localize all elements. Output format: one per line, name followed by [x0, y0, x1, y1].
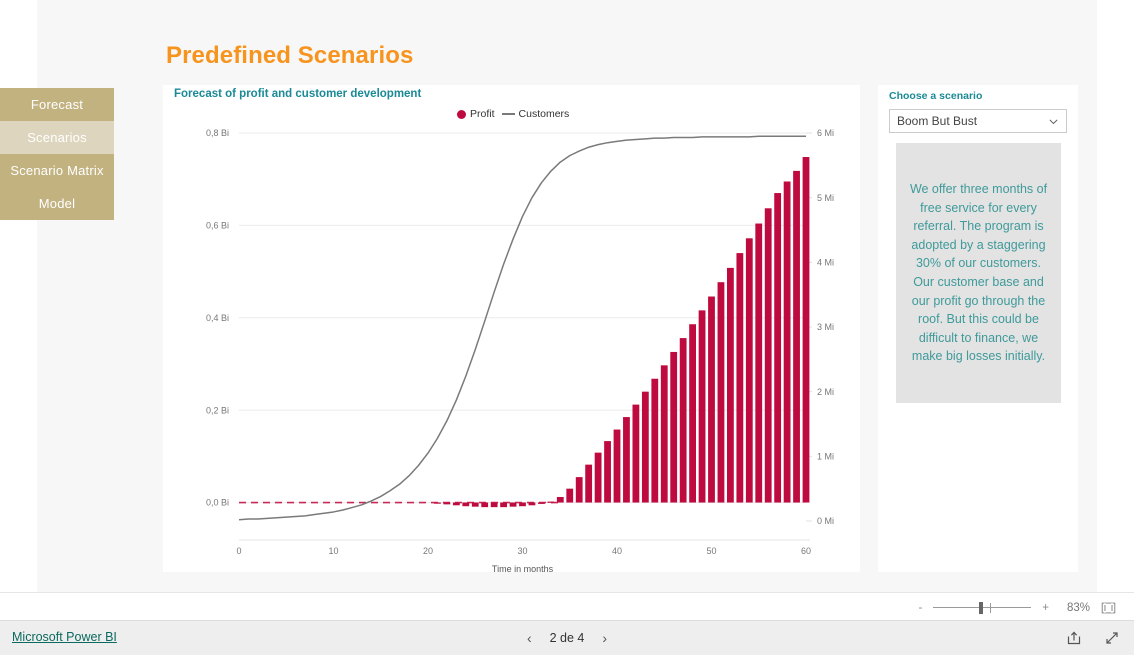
zoom-in-button[interactable]: +: [1042, 602, 1049, 614]
svg-text:10: 10: [328, 546, 338, 556]
svg-text:50: 50: [706, 546, 716, 556]
sidebar-item-label: Model: [38, 196, 76, 211]
svg-text:40: 40: [612, 546, 622, 556]
svg-text:60: 60: [801, 546, 811, 556]
svg-text:4 Mi: 4 Mi: [817, 258, 834, 268]
legend-label-customers: Customers: [518, 108, 570, 120]
legend-item-customers[interactable]: Customers: [501, 108, 570, 120]
svg-text:0 Mi: 0 Mi: [817, 516, 834, 526]
svg-text:0,2 Bi: 0,2 Bi: [206, 405, 229, 415]
chevron-down-icon: [1049, 118, 1058, 124]
forecast-chart-card: Forecast of profit and customer developm…: [163, 85, 860, 572]
zoom-out-button[interactable]: -: [918, 602, 922, 614]
zoom-slider[interactable]: [933, 601, 1032, 614]
sidebar-item-scenario-matrix[interactable]: Scenario Matrix: [0, 154, 114, 187]
scenario-select-label: Choose a scenario: [889, 90, 983, 102]
next-page-button[interactable]: ›: [602, 630, 607, 646]
customers-marker-icon: [501, 113, 515, 115]
sidebar-item-model[interactable]: Model: [0, 187, 114, 220]
sidebar-item-scenarios[interactable]: Scenarios: [0, 121, 114, 154]
page-navigator: ‹ 2 de 4 ›: [0, 621, 1134, 655]
sidebar-item-label: Scenario Matrix: [10, 163, 104, 178]
share-icon[interactable]: [1066, 630, 1082, 646]
legend-label-profit: Profit: [470, 108, 495, 120]
zoom-slider-thumb[interactable]: [979, 601, 984, 614]
combo-chart-svg: 0,0 Bi 0,2 Bi 0,4 Bi 0,6 Bi 0,8 Bi 0 Mi 1 Mi 2 …: [206, 128, 834, 572]
footer-actions: [1066, 621, 1120, 655]
report-canvas: Predefined Scenarios Forecast of profit …: [37, 0, 1097, 592]
scenario-select-value: Boom But Bust: [897, 114, 978, 128]
svg-text:5 Mi: 5 Mi: [817, 193, 834, 203]
scenario-description-text: We offer three months of free service fo…: [909, 182, 1048, 364]
svg-text:20: 20: [423, 546, 433, 556]
zoom-percentage: 83%: [1066, 601, 1090, 614]
chart-plot-area[interactable]: 0,0 Bi 0,2 Bi 0,4 Bi 0,6 Bi 0,8 Bi 0 Mi 1 Mi 2 …: [163, 121, 860, 572]
svg-text:3 Mi: 3 Mi: [817, 322, 834, 332]
svg-text:30: 30: [517, 546, 527, 556]
sidebar-item-label: Forecast: [30, 97, 84, 112]
page-indicator: 2 de 4: [549, 631, 585, 645]
power-bi-report-viewer: Predefined Scenarios Forecast of profit …: [0, 0, 1134, 655]
scenario-description-box: We offer three months of free service fo…: [896, 143, 1061, 403]
zoom-slider-tick: [990, 602, 992, 613]
previous-page-button[interactable]: ‹: [527, 630, 532, 646]
svg-text:Time in months: Time in months: [492, 564, 554, 572]
chart-title: Forecast of profit and customer developm…: [174, 88, 422, 100]
scenario-select[interactable]: Boom But Bust: [889, 109, 1067, 133]
fit-to-page-icon[interactable]: [1101, 602, 1116, 614]
svg-text:0: 0: [236, 546, 241, 556]
fullscreen-icon[interactable]: [1104, 630, 1120, 646]
svg-text:6 Mi: 6 Mi: [817, 128, 834, 138]
svg-text:0,6 Bi: 0,6 Bi: [206, 221, 229, 231]
scenario-panel: Choose a scenario Boom But Bust We offer…: [878, 85, 1078, 572]
svg-text:0,8 Bi: 0,8 Bi: [206, 128, 229, 138]
sidebar-item-label: Scenarios: [27, 130, 87, 145]
page-title: Predefined Scenarios: [166, 42, 414, 69]
zoom-toolbar: - + 83%: [0, 592, 1134, 621]
report-nav: Forecast Scenarios Scenario Matrix Model: [0, 88, 114, 220]
zoom-controls: - + 83%: [918, 593, 1116, 622]
profit-marker-icon: [457, 109, 466, 119]
sidebar-item-forecast[interactable]: Forecast: [0, 88, 114, 121]
svg-text:1 Mi: 1 Mi: [817, 452, 834, 462]
report-footer: Microsoft Power BI ‹ 2 de 4 ›: [0, 621, 1134, 655]
svg-text:2 Mi: 2 Mi: [817, 387, 834, 397]
legend-item-profit[interactable]: Profit: [457, 108, 495, 120]
svg-text:0,4 Bi: 0,4 Bi: [206, 313, 229, 323]
chart-legend: Profit Customers: [457, 108, 569, 120]
svg-text:0,0 Bi: 0,0 Bi: [206, 498, 229, 508]
